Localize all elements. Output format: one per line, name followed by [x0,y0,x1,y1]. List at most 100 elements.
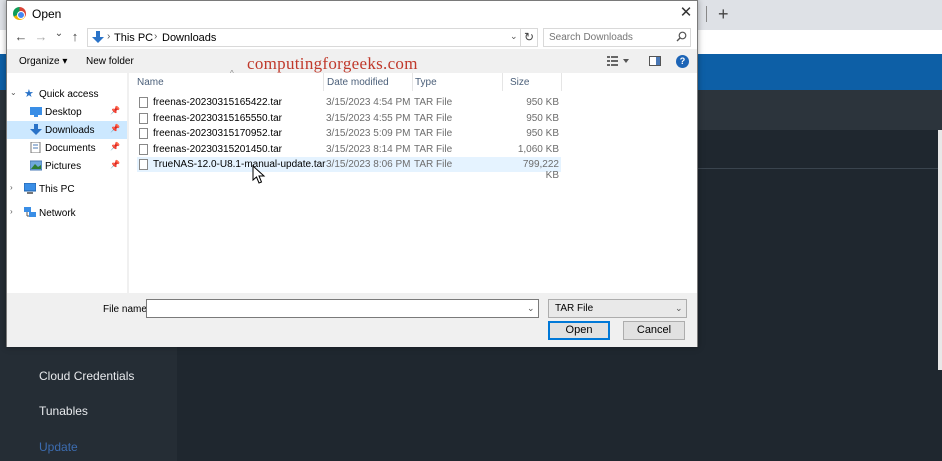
dialog-titlebar: Open ✕ [7,1,697,25]
nav-item-this-pc[interactable]: › This PC [7,180,127,198]
pin-icon: 📌 [110,124,120,133]
tab-separator [706,6,707,22]
file-icon [139,128,148,139]
nav-item-desktop[interactable]: Desktop 📌 [7,103,127,121]
file-row[interactable]: freenas-20230315201450.tar 3/15/2023 8:1… [137,142,561,157]
column-header-size[interactable]: Size [510,77,529,88]
computer-icon [24,183,36,194]
column-divider[interactable] [561,73,562,91]
nav-item-label: Quick access [39,89,99,100]
chevron-down-icon[interactable]: ⌄ [527,303,535,314]
breadcrumb-separator[interactable]: › [107,31,110,42]
sidebar-item-tunables[interactable]: Tunables [39,404,88,418]
file-type-select[interactable]: TAR File ⌄ [548,299,687,318]
breadcrumb-downloads[interactable]: Downloads [162,32,216,44]
file-row[interactable]: freenas-20230315165422.tar 3/15/2023 4:5… [137,95,561,110]
file-icon [139,159,148,170]
file-row[interactable]: TrueNAS-12.0-U8.1-manual-update.tar 3/15… [137,157,561,181]
column-header-date-modified[interactable]: Date modified [327,77,389,88]
file-date: 3/15/2023 8:14 PM [326,144,411,155]
sidebar-item-cloud-credentials[interactable]: Cloud Credentials [39,369,134,383]
file-date: 3/15/2023 4:55 PM [326,113,411,124]
network-icon [24,207,36,217]
recent-locations-chevron-icon[interactable]: ⌄ [51,28,67,39]
file-name: freenas-20230315201450.tar [153,144,282,155]
back-arrow-icon[interactable]: ← [13,29,29,44]
nav-item-documents[interactable]: Documents 📌 [7,139,127,157]
column-header-type[interactable]: Type [415,77,437,88]
file-name-input[interactable] [147,300,517,317]
new-tab-button[interactable]: + [718,4,738,24]
file-size: 799,222 KB [522,159,559,181]
pin-icon: 📌 [110,142,120,151]
watermark-text: computingforgeeks.com [247,54,418,73]
file-name-field[interactable]: ⌄ [146,299,539,318]
file-type: TAR File [414,97,453,108]
nav-item-label: Desktop [45,107,82,118]
column-header-name[interactable]: Name [137,77,164,88]
nav-item-pictures[interactable]: Pictures 📌 [7,157,127,175]
column-divider[interactable] [323,73,324,91]
chevron-right-icon[interactable]: › [10,183,13,192]
star-icon: ★ [24,88,34,100]
file-name-label: File name: [103,304,150,315]
forward-arrow-icon[interactable]: → [33,29,49,44]
view-options-icon[interactable] [607,56,629,66]
documents-folder-icon [30,142,41,153]
dialog-footer: File name: ⌄ TAR File ⌄ Open Cancel [7,293,697,347]
sort-ascending-icon: ^ [230,69,234,78]
dialog-title: Open [32,7,62,21]
new-folder-button[interactable]: New folder [86,56,134,67]
mouse-cursor-icon [252,165,266,184]
preview-pane-icon[interactable] [649,56,661,66]
file-date: 3/15/2023 4:54 PM [326,97,411,108]
breadcrumb-separator[interactable]: › [154,31,157,42]
search-icon[interactable] [676,31,687,42]
sidebar-item-update[interactable]: Update [39,440,78,454]
nav-item-network[interactable]: › Network [7,204,127,222]
file-size: 950 KB [526,128,559,139]
search-box[interactable] [543,28,691,47]
file-type-value: TAR File [555,303,594,314]
file-type: TAR File [414,128,453,139]
chevron-down-icon: ⌄ [675,303,683,313]
scrollbar[interactable] [938,130,942,370]
breadcrumb-this-pc[interactable]: This PC [114,32,153,44]
nav-item-label: Downloads [45,125,95,136]
file-type: TAR File [414,144,453,155]
cancel-button[interactable]: Cancel [623,321,685,340]
file-size: 1,060 KB [517,144,559,155]
column-divider[interactable] [502,73,503,91]
pin-icon: 📌 [110,106,120,115]
refresh-icon[interactable]: ↻ [520,28,538,47]
file-row[interactable]: freenas-20230315170952.tar 3/15/2023 5:0… [137,126,561,141]
open-button[interactable]: Open [548,321,610,340]
organize-label: Organize [19,56,60,67]
close-icon[interactable]: ✕ [677,3,695,23]
file-name: freenas-20230315170952.tar [153,128,282,139]
nav-item-label: Network [39,208,76,219]
nav-item-label: Documents [45,143,96,154]
chevron-down-icon[interactable]: ⌄ [10,88,17,97]
chevron-down-icon[interactable]: ⌄ [510,31,518,42]
file-name: TrueNAS-12.0-U8.1-manual-update.tar [153,159,326,170]
chevron-right-icon[interactable]: › [10,207,13,216]
help-icon[interactable]: ? [676,55,689,68]
file-name: freenas-20230315165550.tar [153,113,282,124]
nav-item-label: This PC [39,184,75,195]
column-divider[interactable] [412,73,413,91]
navigation-bar: ← → ⌄ ↑ › This PC › Downloads ⌄ ↻ [7,25,697,49]
address-bar[interactable]: › This PC › Downloads ⌄ [87,28,522,47]
nav-item-quick-access[interactable]: ⌄ ★ Quick access [7,85,127,103]
organize-button[interactable]: Organize ▾ [19,56,67,67]
nav-item-downloads[interactable]: Downloads 📌 [7,121,127,139]
download-folder-icon [30,124,42,135]
up-arrow-icon[interactable]: ↑ [67,29,83,44]
file-name: freenas-20230315165422.tar [153,97,282,108]
open-file-dialog: Open ✕ ← → ⌄ ↑ › This PC › Downloads ⌄ ↻ [6,0,698,347]
nav-item-label: Pictures [45,161,82,172]
file-date: 3/15/2023 8:06 PM [326,159,411,170]
file-row[interactable]: freenas-20230315165550.tar 3/15/2023 4:5… [137,111,561,126]
search-input[interactable] [544,29,672,46]
chrome-icon [13,7,26,20]
